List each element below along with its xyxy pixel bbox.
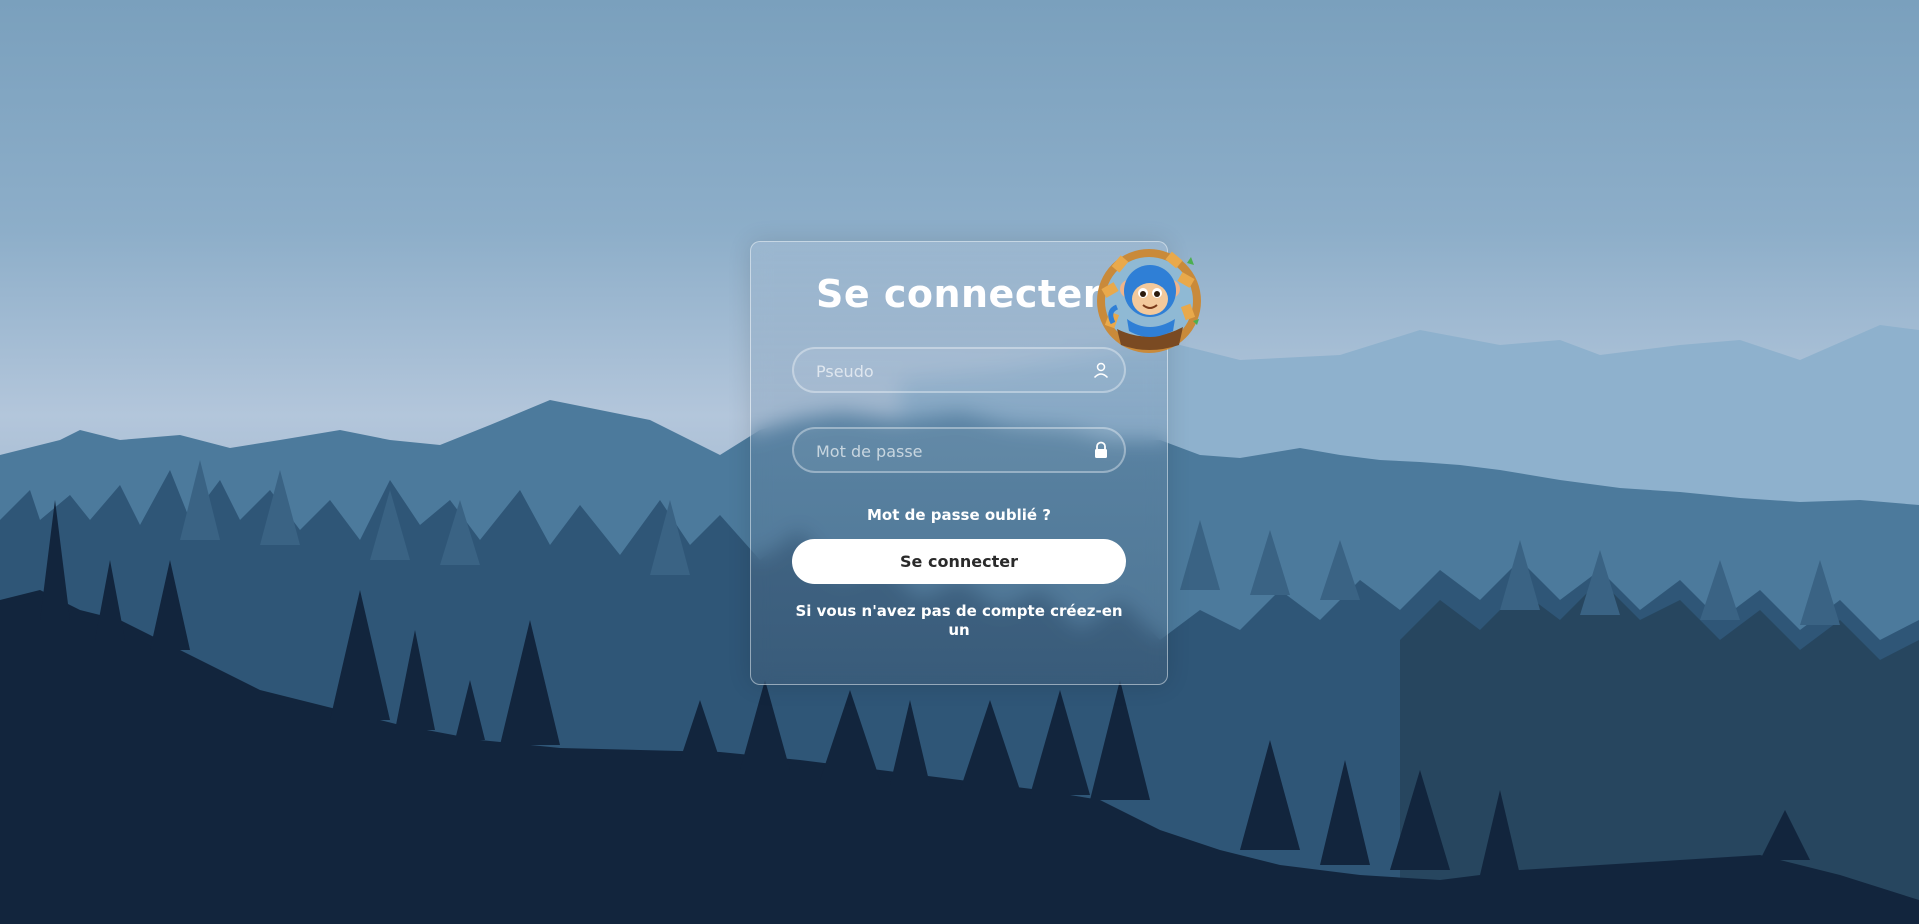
login-button[interactable]: Se connecter	[792, 539, 1126, 584]
monkey-mascot-icon	[1097, 249, 1201, 353]
user-icon	[1093, 362, 1109, 379]
password-field	[792, 427, 1126, 473]
login-card: Se connecter Pseudo Mot de passe oublié …	[750, 241, 1201, 685]
lock-icon	[1095, 441, 1107, 458]
username-field	[792, 347, 1126, 393]
password-input[interactable]	[814, 429, 1078, 473]
username-input[interactable]	[814, 349, 1078, 393]
signup-link[interactable]: Si vous n'avez pas de compte créez-en un	[792, 602, 1126, 640]
forgot-password-link[interactable]: Mot de passe oublié ?	[751, 506, 1167, 524]
login-page: Se connecter Pseudo Mot de passe oublié …	[0, 0, 1919, 924]
